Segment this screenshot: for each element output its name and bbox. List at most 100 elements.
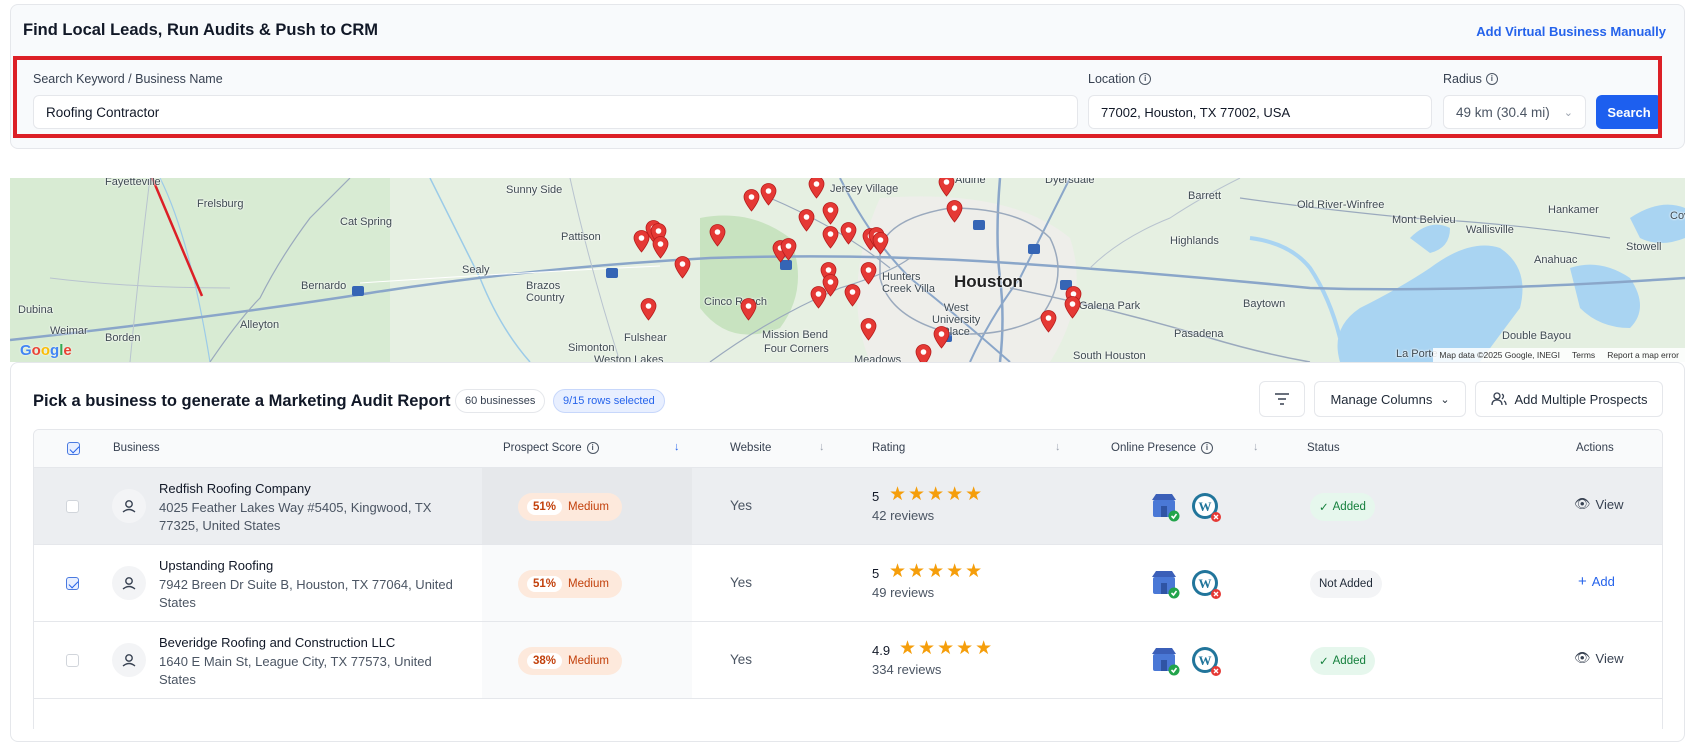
- map-label: Brazos Country: [526, 280, 565, 304]
- map-pin-icon[interactable]: [633, 230, 650, 253]
- table-row[interactable]: Upstanding Roofing 7942 Breen Dr Suite B,…: [34, 545, 1662, 622]
- sort-icon[interactable]: ↓: [819, 441, 825, 453]
- view-button[interactable]: 👁 View: [1574, 496, 1623, 512]
- map-label: Simonton: [568, 342, 615, 354]
- action-label: View: [1595, 496, 1624, 512]
- map-label: Bernardo: [301, 280, 347, 292]
- add-virtual-business-link[interactable]: Add Virtual Business Manually: [1476, 24, 1666, 39]
- business-name[interactable]: Upstanding Roofing: [159, 558, 273, 573]
- business-avatar: [112, 566, 146, 600]
- col-status: Status: [1307, 442, 1340, 454]
- map-label: Fayetteville: [105, 178, 161, 188]
- sort-icon[interactable]: ↓: [1253, 441, 1259, 453]
- status-badge: ✓ Added: [1310, 493, 1375, 521]
- map-label: Mont Belvieu: [1392, 214, 1456, 226]
- map-label: Hunters Creek Villa: [882, 271, 935, 295]
- map-pin-icon[interactable]: [1064, 296, 1081, 319]
- map-label: Jersey Village: [830, 183, 899, 195]
- map-pin-icon[interactable]: [780, 238, 797, 261]
- table-row[interactable]: Beveridge Roofing and Construction LLC 16…: [34, 622, 1662, 699]
- filter-button[interactable]: [1259, 381, 1305, 417]
- map-pin-icon[interactable]: [938, 178, 955, 197]
- info-icon[interactable]: i: [1201, 442, 1214, 454]
- select-all-checkbox[interactable]: [67, 442, 80, 455]
- map-pin-icon[interactable]: [760, 183, 777, 206]
- map-pin-icon[interactable]: [946, 200, 963, 223]
- business-name[interactable]: Redfish Roofing Company: [159, 481, 311, 496]
- score-percent: 51%: [527, 576, 563, 592]
- users-icon: [1490, 392, 1507, 406]
- map-pin-icon[interactable]: [860, 262, 877, 285]
- review-count: 49 reviews: [872, 585, 935, 600]
- check-icon: ✓: [1319, 502, 1329, 514]
- map-label: Borden: [105, 332, 141, 344]
- col-prospect-score[interactable]: Prospect Score i: [503, 442, 599, 454]
- terms-link[interactable]: Terms: [1572, 350, 1595, 360]
- map-label: Anahuac: [1534, 254, 1578, 266]
- manage-columns-button[interactable]: Manage Columns ⌄: [1314, 381, 1466, 417]
- map-label: Pattison: [561, 231, 601, 243]
- map-pin-icon[interactable]: [872, 232, 889, 255]
- map-pin-icon[interactable]: [844, 284, 861, 307]
- map-pin-icon[interactable]: [640, 298, 657, 321]
- report-map-error-link[interactable]: Report a map error: [1607, 350, 1679, 360]
- map-pin-icon[interactable]: [840, 222, 857, 245]
- map-pin-icon[interactable]: [822, 202, 839, 225]
- map-label: Cove: [1670, 210, 1685, 222]
- map-pin-icon[interactable]: [740, 298, 757, 321]
- eye-icon: 👁: [1574, 496, 1591, 511]
- row-checkbox[interactable]: [66, 500, 79, 513]
- business-name[interactable]: Beveridge Roofing and Construction LLC: [159, 635, 395, 650]
- business-address: 7942 Breen Dr Suite B, Houston, TX 77064…: [159, 577, 453, 610]
- map-label: Baytown: [1243, 298, 1286, 310]
- map-pin-icon[interactable]: [860, 318, 877, 341]
- user-icon: [122, 654, 136, 667]
- sort-icon[interactable]: ↓: [1055, 441, 1061, 453]
- row-checkbox[interactable]: [66, 654, 79, 667]
- add-multiple-prospects-button[interactable]: Add Multiple Prospects: [1475, 381, 1663, 417]
- map-label: Alleyton: [240, 319, 280, 331]
- user-icon: [122, 577, 136, 590]
- prospect-score-badge: 51% Medium: [518, 493, 622, 521]
- map-pin-icon[interactable]: [915, 344, 932, 362]
- star-rating: ★★★★★: [889, 484, 985, 505]
- map-label: Old River-Winfree: [1297, 199, 1385, 211]
- chevron-down-icon: ⌄: [1440, 393, 1450, 406]
- filter-icon: [1275, 393, 1289, 405]
- map-pin-icon[interactable]: [808, 178, 825, 199]
- map[interactable]: Fayetteville Frelsburg Sunny Side Cat Sp…: [10, 178, 1685, 362]
- map-label: La Porte: [1396, 348, 1438, 360]
- col-website[interactable]: Website: [730, 442, 771, 454]
- sort-desc-icon[interactable]: ↓: [674, 441, 680, 453]
- map-pin-icon[interactable]: [822, 226, 839, 249]
- map-pin-icon[interactable]: [1040, 310, 1057, 333]
- map-label: Sunny Side: [506, 184, 563, 196]
- col-online-presence[interactable]: Online Presence i: [1111, 442, 1214, 454]
- map-label: Frelsburg: [197, 198, 244, 210]
- map-pin-icon[interactable]: [798, 209, 815, 232]
- list-title: Pick a business to generate a Marketing …: [33, 392, 451, 410]
- table-row[interactable]: Redfish Roofing Company 4025 Feather Lake…: [34, 468, 1662, 545]
- info-icon[interactable]: i: [586, 442, 599, 454]
- row-checkbox[interactable]: [66, 577, 79, 590]
- map-pin-icon[interactable]: [933, 326, 950, 349]
- view-button[interactable]: 👁 View: [1574, 650, 1623, 666]
- map-pin-icon[interactable]: [674, 256, 691, 279]
- add-button[interactable]: + Add: [1578, 573, 1615, 590]
- map-pin-icon[interactable]: [810, 286, 827, 309]
- map-label: Mission Bend: [762, 329, 829, 341]
- google-logo: Google: [20, 342, 72, 359]
- map-pin-icon[interactable]: [743, 189, 760, 212]
- map-label: Weimar: [50, 325, 88, 337]
- map-label: Galena Park: [1079, 300, 1141, 312]
- map-pin-icon[interactable]: [709, 224, 726, 247]
- check-icon: ✓: [1319, 656, 1329, 668]
- review-count: 42 reviews: [872, 508, 935, 523]
- map-pin-icon[interactable]: [652, 236, 669, 259]
- website-value: Yes: [730, 498, 753, 513]
- col-business[interactable]: Business: [113, 442, 160, 454]
- col-rating[interactable]: Rating: [872, 442, 905, 454]
- add-multiple-label: Add Multiple Prospects: [1514, 391, 1648, 407]
- user-icon: [122, 500, 136, 513]
- status-label: Added: [1332, 501, 1366, 513]
